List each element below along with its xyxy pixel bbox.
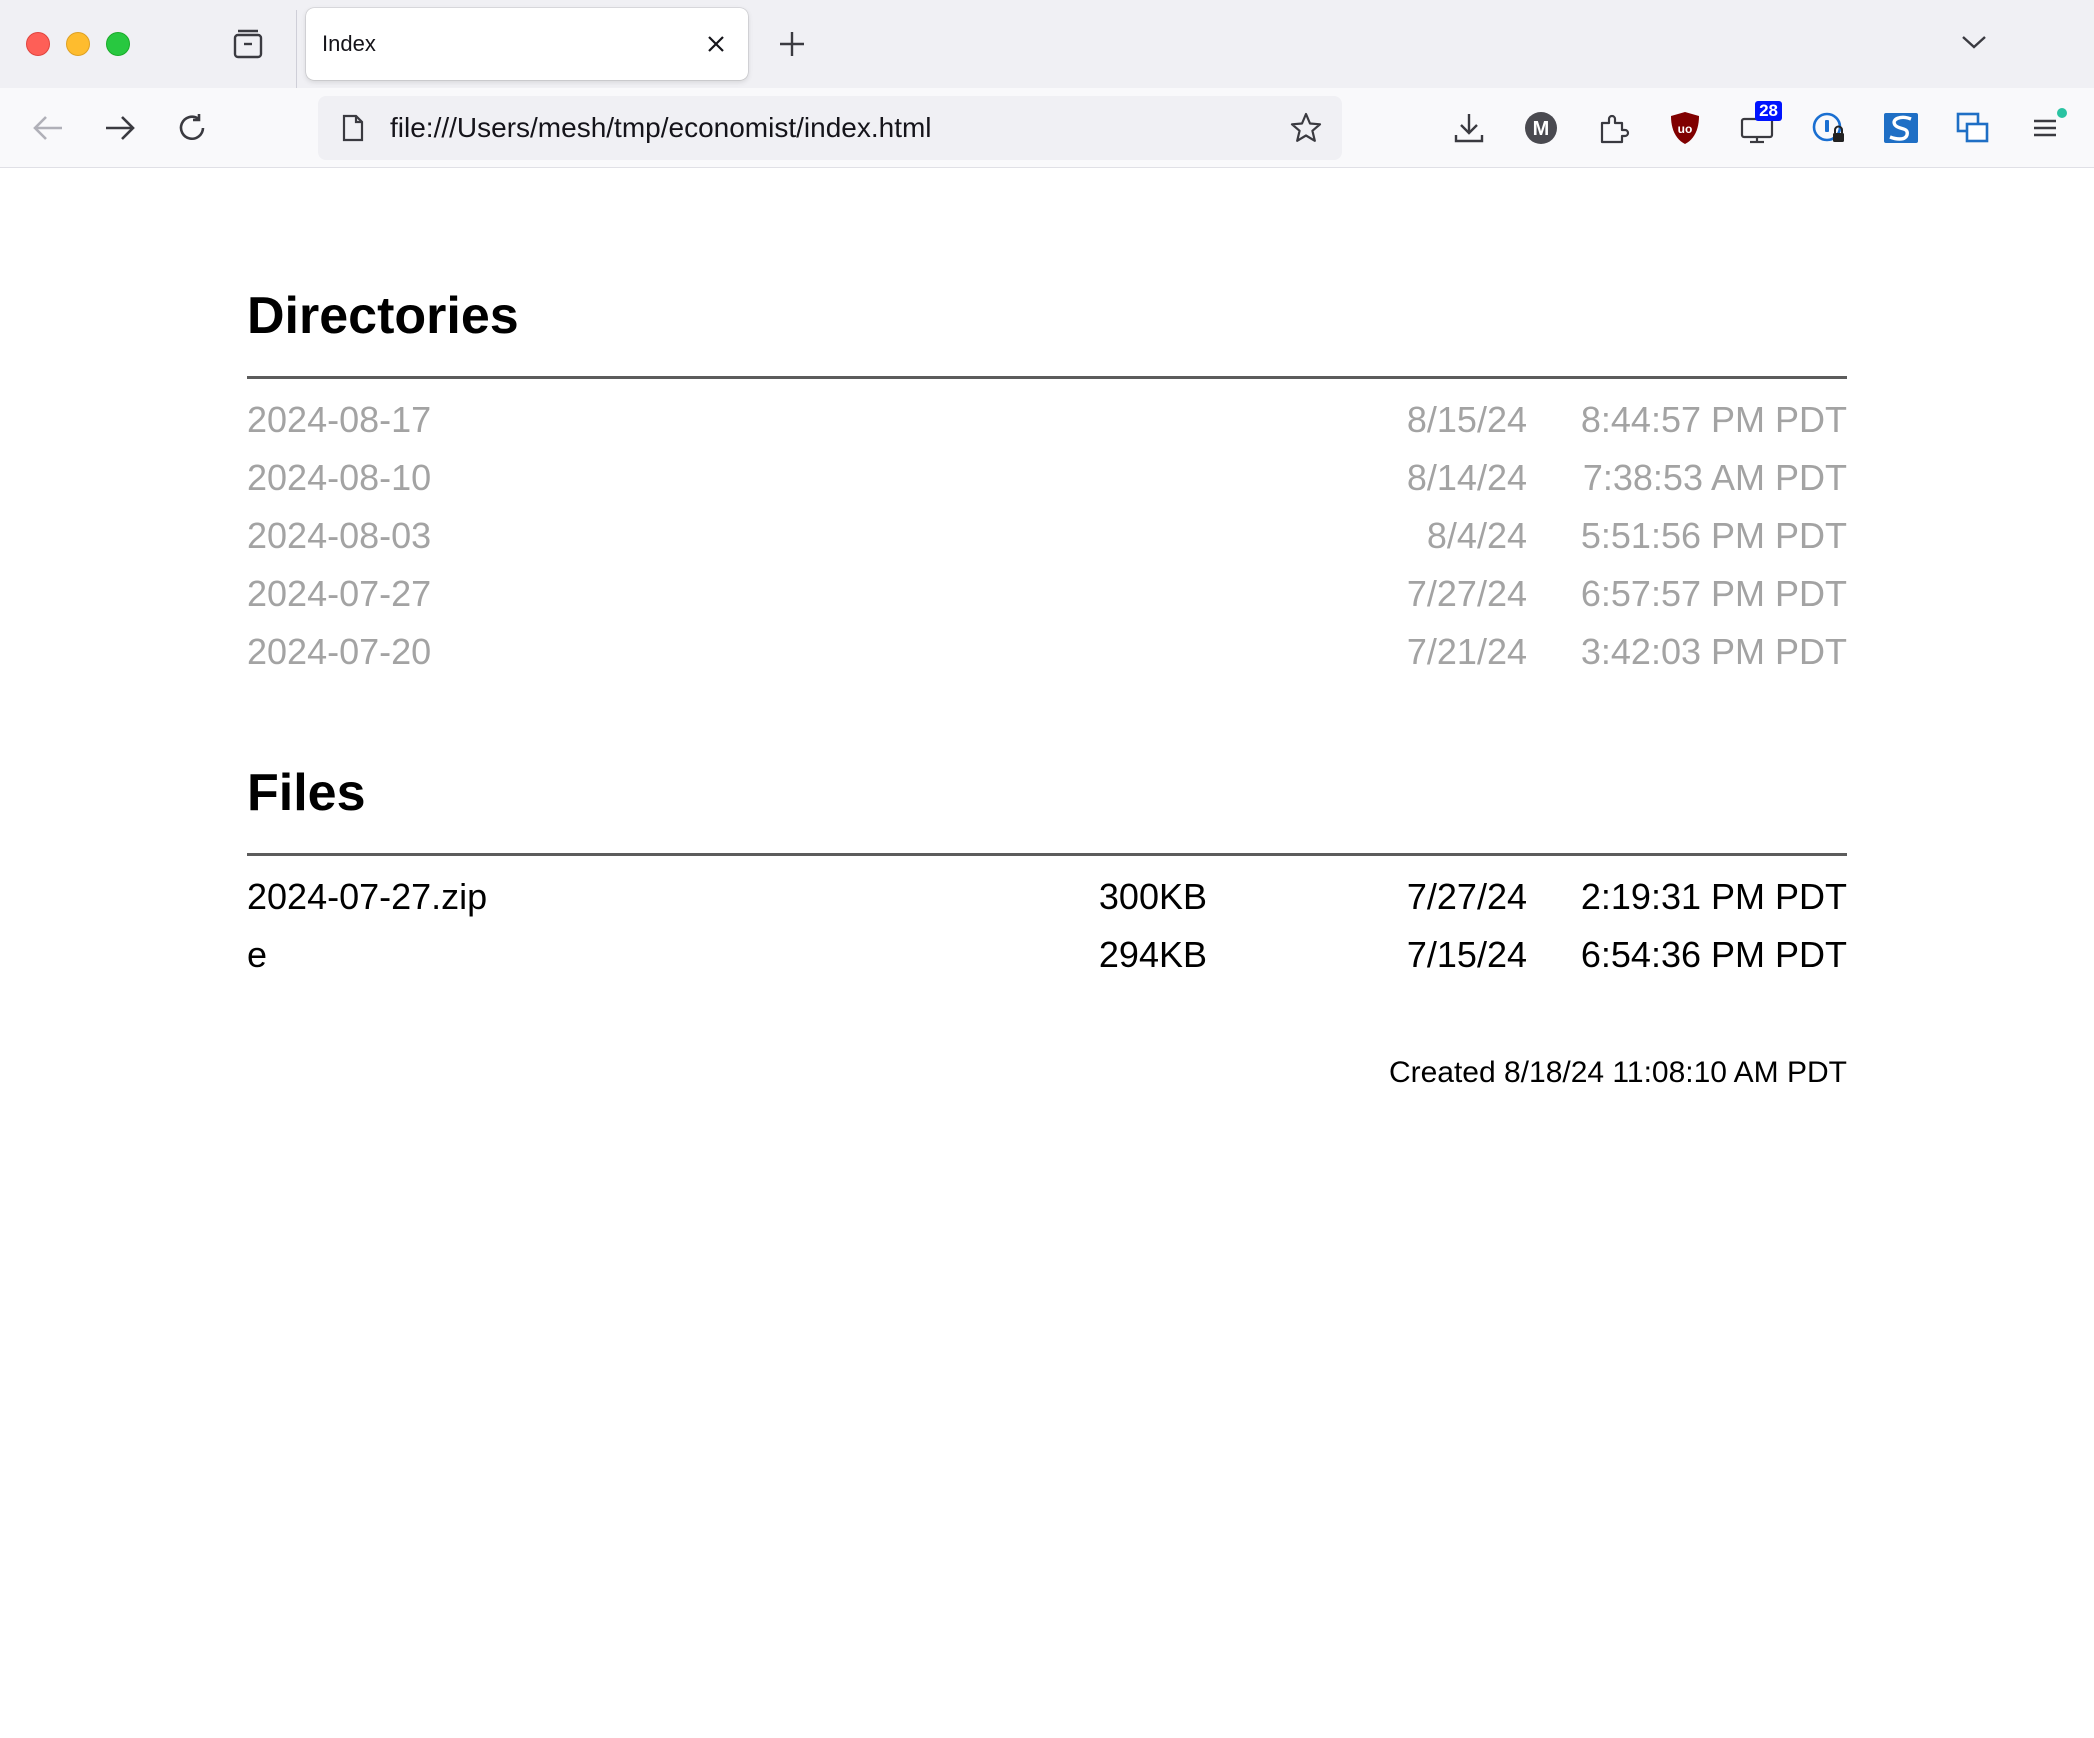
directory-time: 3:42:03 PM PDT: [1580, 631, 1847, 672]
multi-window-extension-button[interactable]: [1947, 102, 1999, 154]
directory-time: 7:38:53 AM PDT: [1582, 457, 1847, 498]
extensions-button[interactable]: [1588, 102, 1640, 154]
monitor-extension-button[interactable]: 28: [1731, 101, 1783, 154]
directory-date: 8/15/24: [1406, 399, 1527, 440]
minimize-window-button[interactable]: [66, 32, 90, 56]
zoom-window-button[interactable]: [106, 32, 130, 56]
created-timestamp: Created 8/18/24 11:08:10 AM PDT: [1388, 1056, 1847, 1089]
tab-close-button[interactable]: [696, 24, 736, 64]
puzzle-icon: [1600, 114, 1630, 144]
reload-icon: [179, 114, 205, 141]
directory-date: 7/27/24: [1406, 573, 1527, 614]
file-row: 2024-07-27.zip 300KB 7/27/24 2:19:31 PM …: [247, 868, 1847, 926]
file-time: 6:54:36 PM PDT: [1580, 934, 1847, 975]
directory-row[interactable]: 2024-07-20 7/21/24 3:42:03 PM PDT: [247, 623, 1847, 681]
file-row: e 294KB 7/15/24 6:54:36 PM PDT: [247, 926, 1847, 984]
arrow-left-icon: [33, 116, 62, 140]
close-window-button[interactable]: [26, 32, 50, 56]
tab-divider: [296, 10, 297, 88]
navigation-toolbar: file:///Users/mesh/tmp/economist/index.h…: [0, 88, 2094, 168]
tab-strip: Index: [0, 0, 2094, 88]
password-manager-button[interactable]: [1803, 102, 1855, 154]
windows-icon: [1956, 112, 1989, 143]
file-size: 294KB: [1098, 934, 1207, 975]
ublock-shield-icon: uo: [1671, 112, 1699, 144]
chevron-down-icon: [1962, 36, 1986, 49]
mastodon-extension-button[interactable]: M: [1515, 102, 1567, 154]
new-tab-button[interactable]: [772, 24, 812, 64]
directory-name[interactable]: 2024-08-03: [247, 507, 431, 565]
files-heading: Files: [247, 764, 366, 822]
tab-index[interactable]: Index: [306, 8, 748, 80]
list-all-tabs-button[interactable]: [1954, 22, 1994, 62]
directory-row[interactable]: 2024-08-10 8/14/24 7:38:53 AM PDT: [247, 449, 1847, 507]
directory-time: 8:44:57 PM PDT: [1580, 399, 1847, 440]
star-icon: [1290, 112, 1322, 142]
arrow-right-icon: [106, 116, 135, 140]
files-list: 2024-07-27.zip 300KB 7/27/24 2:19:31 PM …: [247, 868, 1847, 984]
update-notification-dot: [2057, 108, 2067, 118]
file-name[interactable]: 2024-07-27.zip: [247, 868, 487, 926]
tab-manager-button[interactable]: [228, 24, 268, 64]
back-button[interactable]: [24, 104, 72, 152]
tab-manager-icon: [233, 29, 263, 59]
s-extension-button[interactable]: [1875, 102, 1927, 154]
directory-date: 8/4/24: [1426, 515, 1527, 556]
bookmark-star-button[interactable]: [1284, 106, 1328, 150]
svg-text:uo: uo: [1678, 122, 1693, 136]
directories-list: 2024-08-17 8/15/24 8:44:57 PM PDT 2024-0…: [247, 391, 1847, 681]
file-date: 7/27/24: [1406, 876, 1527, 917]
directory-time: 5:51:56 PM PDT: [1580, 515, 1847, 556]
browser-window: Index file:///Users/mesh/tmp/economist/i…: [0, 0, 2094, 1738]
file-time: 2:19:31 PM PDT: [1580, 876, 1847, 917]
downloads-button[interactable]: [1443, 102, 1495, 154]
directory-date: 8/14/24: [1406, 457, 1527, 498]
directory-row[interactable]: 2024-08-17 8/15/24 8:44:57 PM PDT: [247, 391, 1847, 449]
password-lock-icon: [1812, 112, 1844, 142]
hamburger-menu-icon: [2034, 119, 2056, 137]
file-name[interactable]: e: [247, 926, 267, 984]
files-divider: [247, 853, 1847, 856]
directory-row[interactable]: 2024-08-03 8/4/24 5:51:56 PM PDT: [247, 507, 1847, 565]
reload-button[interactable]: [168, 104, 216, 152]
directory-name[interactable]: 2024-07-20: [247, 623, 431, 681]
app-menu-button[interactable]: [2019, 102, 2071, 154]
forward-button[interactable]: [96, 104, 144, 152]
directories-heading: Directories: [247, 287, 519, 345]
url-text[interactable]: file:///Users/mesh/tmp/economist/index.h…: [390, 112, 1284, 144]
ublock-origin-button[interactable]: uo: [1659, 102, 1711, 154]
page-content: Directories 2024-08-17 8/15/24 8:44:57 P…: [247, 168, 1847, 1136]
directory-name[interactable]: 2024-08-10: [247, 449, 431, 507]
directory-time: 6:57:57 PM PDT: [1580, 573, 1847, 614]
directory-name[interactable]: 2024-08-17: [247, 391, 431, 449]
directory-name[interactable]: 2024-07-27: [247, 565, 431, 623]
file-size: 300KB: [1098, 876, 1207, 917]
address-bar[interactable]: file:///Users/mesh/tmp/economist/index.h…: [318, 96, 1342, 160]
directory-row[interactable]: 2024-07-27 7/27/24 6:57:57 PM PDT: [247, 565, 1847, 623]
directory-date: 7/21/24: [1406, 631, 1527, 672]
monitor-badge: 28: [1755, 101, 1782, 121]
svg-text:M: M: [1533, 118, 1550, 140]
file-date: 7/15/24: [1406, 934, 1527, 975]
page-icon: [338, 113, 368, 143]
download-icon: [1454, 114, 1484, 143]
mastodon-icon: M: [1525, 112, 1557, 144]
directories-divider: [247, 376, 1847, 379]
tab-title: Index: [322, 31, 376, 56]
close-icon: [708, 36, 724, 52]
plus-icon: [780, 32, 804, 56]
s-logo-icon: [1884, 113, 1918, 143]
